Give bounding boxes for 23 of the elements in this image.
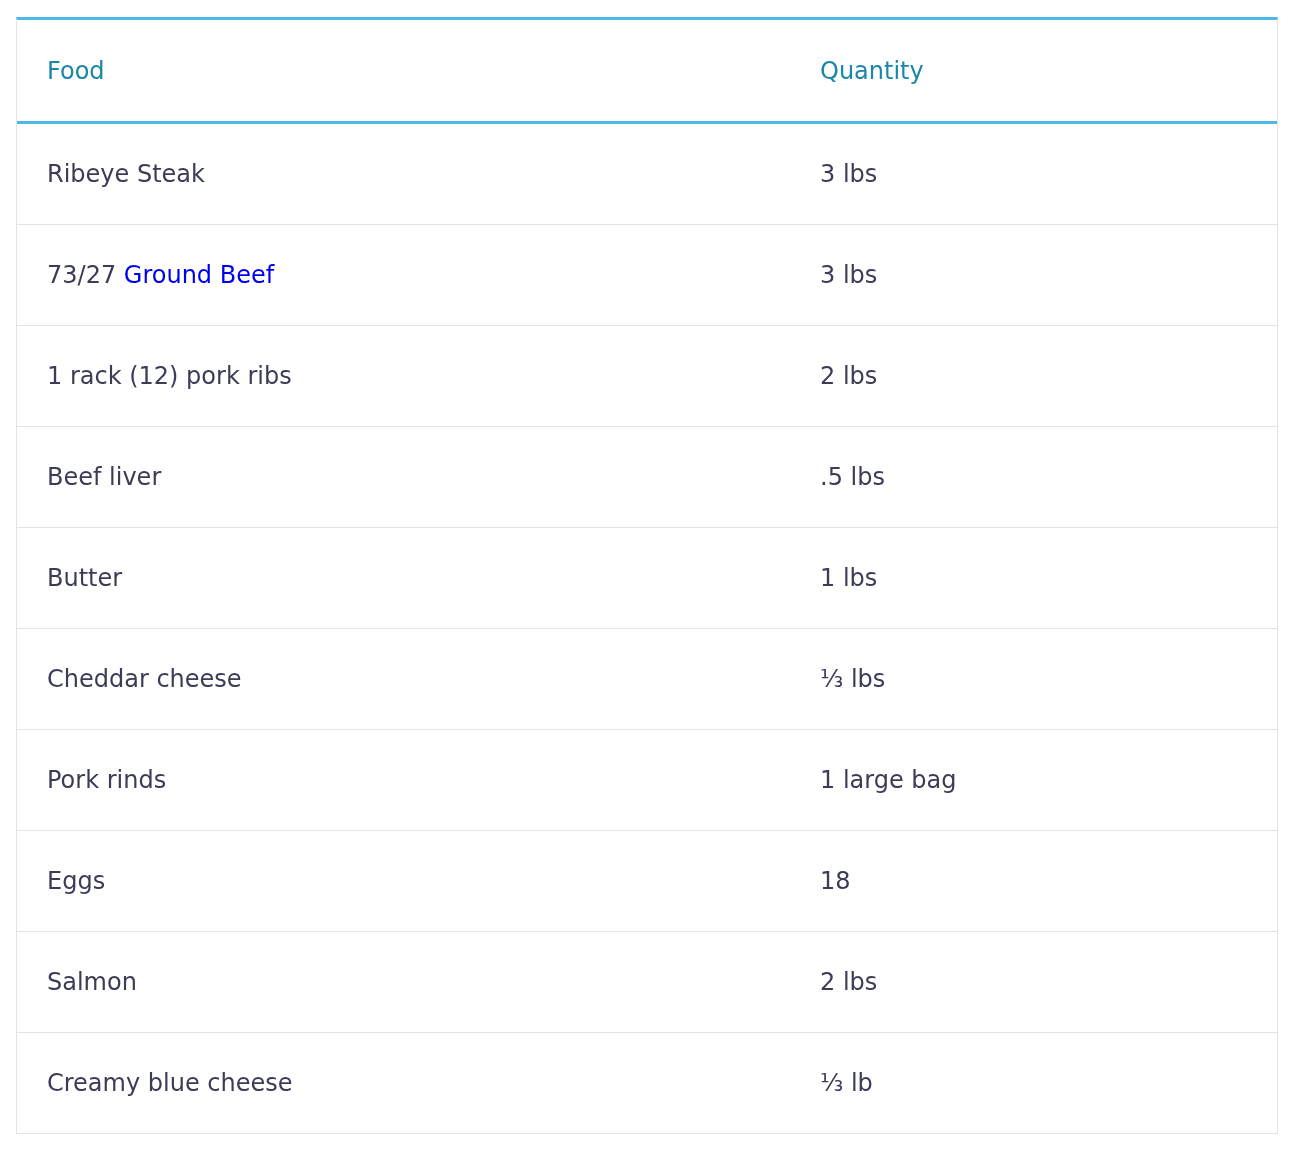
table-cell-text: Eggs	[46, 867, 107, 895]
table-cell-text: 3 lbs	[819, 160, 879, 188]
table-cell-text: 1 rack (12) pork ribs	[46, 362, 293, 390]
table-cell-text: 2 lbs	[819, 362, 879, 390]
ground-beef-link[interactable]: Ground Beef	[123, 261, 275, 289]
table-cell-text: Beef liver	[46, 463, 163, 491]
column-header: Food	[46, 56, 106, 85]
table-cell-text: 18	[819, 867, 852, 895]
table-cell-text: 2 lbs	[819, 968, 879, 996]
table-cell-text: Cheddar cheese	[46, 665, 243, 693]
table-cell-text: Creamy blue cheese	[46, 1069, 294, 1097]
table-cell-text: 3 lbs	[819, 261, 879, 289]
table-cell: 73/27 Ground Beef	[47, 261, 275, 289]
table-cell-text: ⅓ lbs	[819, 665, 887, 693]
table-cell-text: Pork rinds	[46, 766, 168, 794]
table-cell-text: Ribeye Steak	[46, 160, 206, 188]
table-cell-text: Salmon	[46, 968, 138, 996]
table-cell-text: 1 lbs	[819, 564, 879, 592]
table-cell-text: .5 lbs	[819, 463, 886, 491]
column-header: Quantity	[819, 56, 925, 85]
table-cell-text: 1 large bag	[819, 766, 958, 794]
table-cell-text: Butter	[46, 564, 124, 592]
table-cell-text: ⅓ lb	[819, 1069, 874, 1097]
